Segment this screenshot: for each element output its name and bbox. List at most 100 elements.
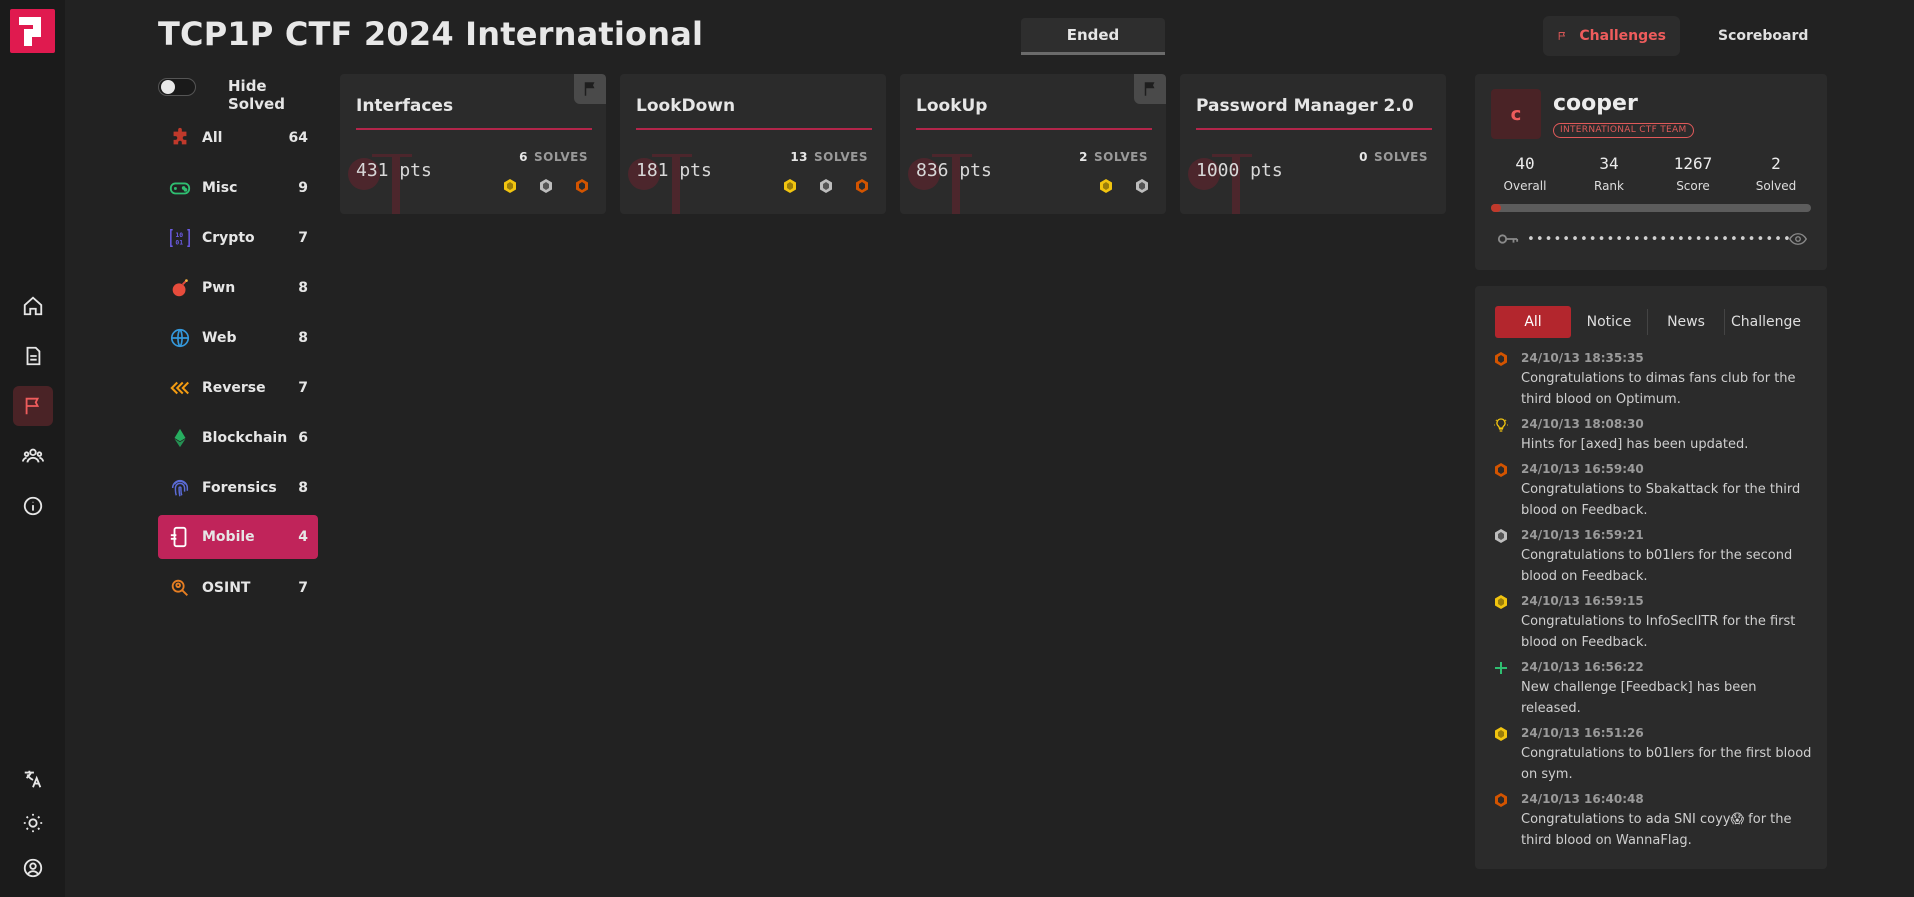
challenge-points: 181 pts <box>636 160 712 181</box>
tab-all[interactable]: All <box>1495 306 1571 338</box>
list-item: 24/10/13 16:51:26 Congratulations to b01… <box>1493 725 1813 785</box>
fingerprint-icon <box>168 476 192 500</box>
tab-challenge[interactable]: Challenge <box>1725 306 1807 338</box>
third-blood-icon <box>1495 793 1507 807</box>
masked-token: •••••••••••••••••••••••••••••••• <box>1527 231 1789 247</box>
challenge-card-interfaces[interactable]: Interfaces 431 pts 6 SOLVES <box>340 74 606 214</box>
category-pwn[interactable]: Pwn 8 <box>158 266 318 310</box>
third-blood-icon <box>1495 352 1507 366</box>
tab-news[interactable]: News <box>1648 306 1724 338</box>
stat-overall: 40 Overall <box>1503 154 1547 193</box>
bomb-icon <box>168 276 192 300</box>
challenge-name: LookDown <box>636 96 736 116</box>
challenge-card-password-manager[interactable]: Password Manager 2.0 1000 pts 0 SOLVES <box>1180 74 1446 214</box>
translate-icon[interactable] <box>13 759 53 799</box>
category-osint[interactable]: OSINT 7 <box>158 566 318 610</box>
category-all[interactable]: All 64 <box>158 116 318 160</box>
account-icon[interactable] <box>13 848 53 888</box>
token-row: •••••••••••••••••••••••••••••••• <box>1497 229 1807 249</box>
info-icon[interactable] <box>13 486 53 526</box>
search-person-icon <box>168 576 192 600</box>
eye-icon[interactable] <box>1789 232 1807 246</box>
category-mobile[interactable]: Mobile 4 <box>158 515 318 559</box>
tab-notice[interactable]: Notice <box>1571 306 1647 338</box>
blood-badges <box>502 178 590 194</box>
challenge-name: Password Manager 2.0 <box>1196 96 1414 116</box>
username: cooper <box>1553 91 1638 116</box>
nav-rail <box>0 0 65 897</box>
nav-challenges-label: Challenges <box>1579 28 1666 44</box>
key-icon <box>1497 234 1519 244</box>
challenge-name: LookUp <box>916 96 988 116</box>
notification-tabs: All Notice News Challenge <box>1495 306 1815 338</box>
team-badge: INTERNATIONAL CTF TEAM <box>1553 123 1694 138</box>
first-blood-icon <box>1100 179 1112 193</box>
category-forensics[interactable]: Forensics 8 <box>158 466 318 510</box>
binary-icon: 10 01 <box>168 226 192 250</box>
flag-icon <box>1558 32 1566 40</box>
hide-solved-toggle[interactable] <box>158 78 196 96</box>
third-blood-icon <box>1495 463 1507 477</box>
stat-score: 1267 Score <box>1673 154 1713 193</box>
profile-card: c cooper INTERNATIONAL CTF TEAM 40 Overal… <box>1475 74 1827 270</box>
puzzle-icon <box>168 126 192 150</box>
ctf-status-tab: Ended <box>1021 18 1165 55</box>
second-blood-icon <box>820 179 832 193</box>
second-blood-icon <box>1136 179 1148 193</box>
challenge-solves: 2 SOLVES <box>1079 150 1148 164</box>
category-reverse[interactable]: Reverse 7 <box>158 366 318 410</box>
challenge-points: 431 pts <box>356 160 432 181</box>
lightbulb-icon <box>1494 418 1508 432</box>
challenge-solves: 0 SOLVES <box>1359 150 1428 164</box>
list-item: 24/10/13 16:59:21 Congratulations to b01… <box>1493 527 1813 587</box>
notifications-panel: All Notice News Challenge 24/10/13 18:35… <box>1475 286 1827 869</box>
list-item: 24/10/13 16:59:40 Congratulations to Sba… <box>1493 461 1813 521</box>
plus-icon <box>1495 662 1507 674</box>
challenge-solves: 13 SOLVES <box>790 150 868 164</box>
nav-scoreboard-label: Scoreboard <box>1718 28 1809 44</box>
challenge-card-lookdown[interactable]: LookDown 181 pts 13 SOLVES <box>620 74 886 214</box>
notification-list: 24/10/13 18:35:35 Congratulations to dim… <box>1493 350 1813 857</box>
list-item: 24/10/13 18:35:35 Congratulations to dim… <box>1493 350 1813 410</box>
blood-badges <box>782 178 870 194</box>
hide-solved-filter: Hide Solved <box>158 76 318 113</box>
list-item: 24/10/13 16:59:15 Congratulations to Inf… <box>1493 593 1813 653</box>
logo[interactable] <box>10 9 55 53</box>
category-crypto[interactable]: 10 01 Crypto 7 <box>158 216 318 260</box>
solved-flag-icon <box>574 74 606 104</box>
challenge-points: 836 pts <box>916 160 992 181</box>
home-icon[interactable] <box>13 286 53 326</box>
rewind-icon <box>168 376 192 400</box>
list-item: 24/10/13 16:40:48 Congratulations to ada… <box>1493 791 1813 851</box>
stat-solved: 2 Solved <box>1755 154 1797 193</box>
challenge-solves: 6 SOLVES <box>519 150 588 164</box>
category-web[interactable]: Web 8 <box>158 316 318 360</box>
list-item: 24/10/13 18:08:30 Hints for [axed] has b… <box>1493 416 1813 455</box>
hide-solved-label: Hide Solved <box>228 77 285 113</box>
mobile-icon <box>168 525 192 549</box>
ethereum-icon <box>168 426 192 450</box>
solved-flag-icon <box>1134 74 1166 104</box>
flag-icon[interactable] <box>13 386 53 426</box>
first-blood-icon <box>1495 727 1507 741</box>
challenge-points: 1000 pts <box>1196 160 1283 181</box>
list-item: 24/10/13 16:56:22 New challenge [Feedbac… <box>1493 659 1813 719</box>
challenge-name: Interfaces <box>356 96 454 116</box>
nav-scoreboard-button[interactable]: Scoreboard <box>1692 16 1822 56</box>
avatar[interactable]: c <box>1491 89 1541 139</box>
third-blood-icon <box>576 179 588 193</box>
category-misc[interactable]: Misc 9 <box>158 166 318 210</box>
document-icon[interactable] <box>13 336 53 376</box>
category-blockchain[interactable]: Blockchain 6 <box>158 416 318 460</box>
first-blood-icon <box>784 179 796 193</box>
challenge-card-lookup[interactable]: LookUp 836 pts 2 SOLVES <box>900 74 1166 214</box>
second-blood-icon <box>1495 529 1507 543</box>
third-blood-icon <box>856 179 868 193</box>
users-icon[interactable] <box>13 436 53 476</box>
nav-challenges-button[interactable]: Challenges <box>1543 16 1680 56</box>
svg-text:01: 01 <box>175 238 183 246</box>
brightness-icon[interactable] <box>13 803 53 843</box>
first-blood-icon <box>504 179 516 193</box>
second-blood-icon <box>540 179 552 193</box>
first-blood-icon <box>1495 595 1507 609</box>
